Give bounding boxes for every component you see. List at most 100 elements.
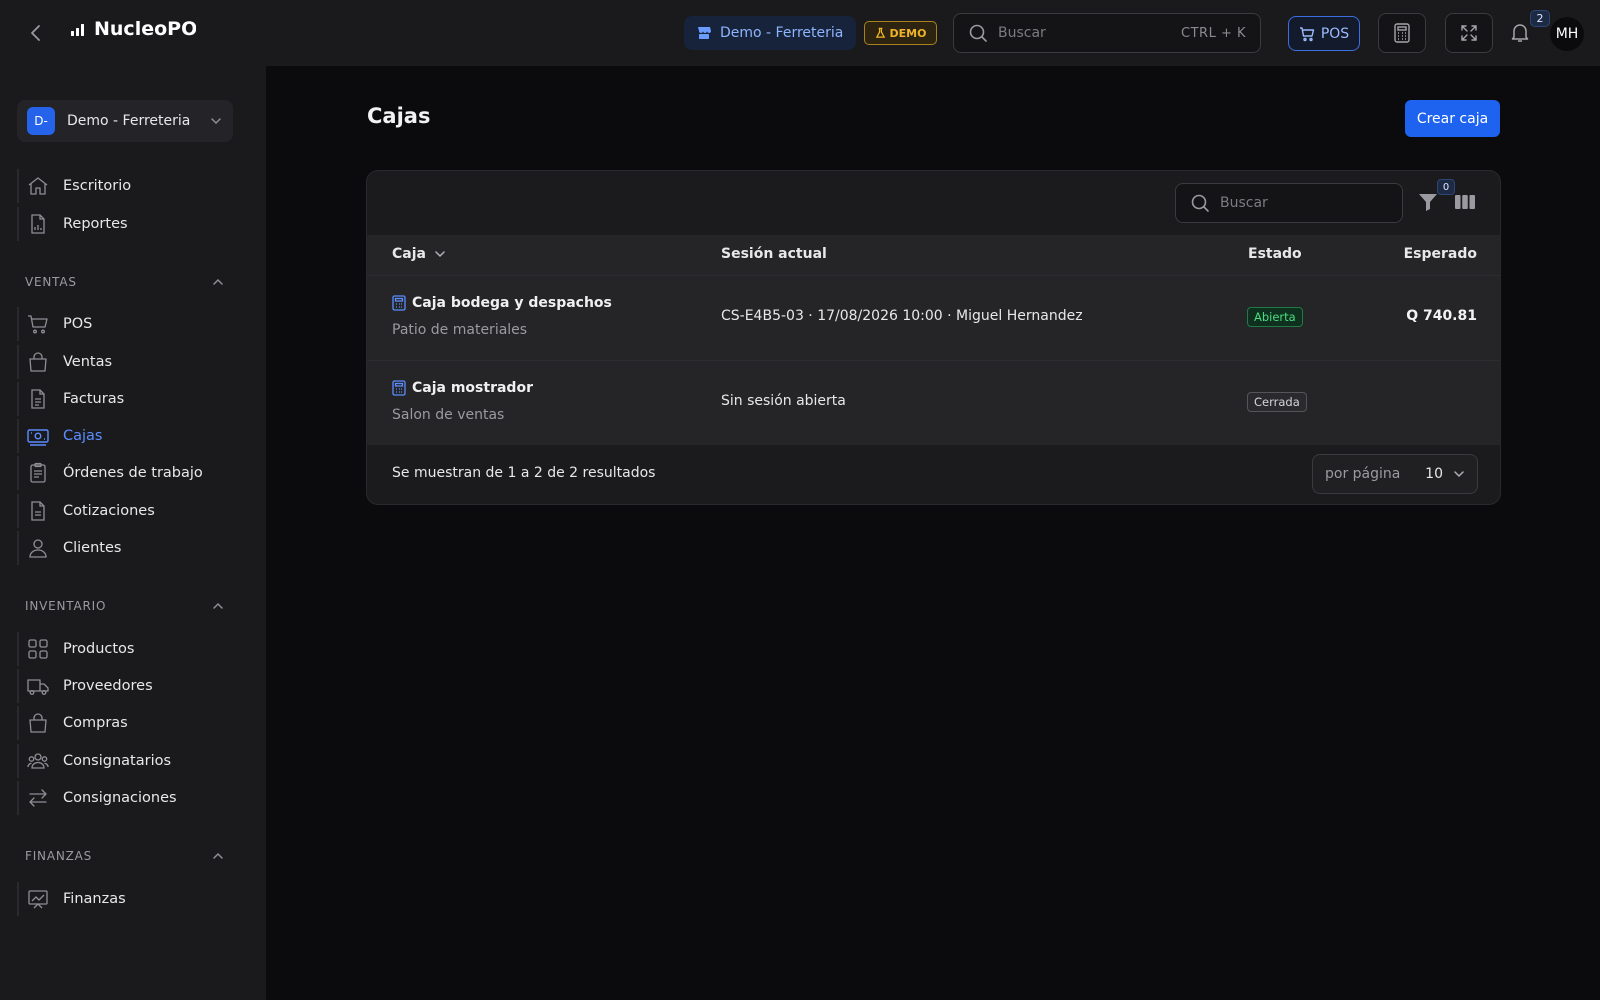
bag-icon (27, 351, 49, 373)
section-title: FINANZAS (25, 849, 93, 863)
per-page-label: por página (1325, 466, 1401, 482)
section-finanzas[interactable]: FINANZAS (25, 846, 225, 866)
app-name: NucleoPOS (94, 18, 196, 40)
filter-icon[interactable] (1417, 191, 1439, 213)
expand-icon (1460, 24, 1478, 42)
column-header-expected: Esperado (1403, 246, 1477, 262)
chevron-down-icon (209, 114, 223, 128)
cash-register-location: Salon de ventas (392, 407, 505, 423)
chevron-up-icon (211, 275, 225, 289)
arrows-icon (27, 787, 49, 809)
pos-button[interactable]: POS (1288, 16, 1360, 51)
demo-badge-label: DEMO (889, 26, 927, 40)
notifications-count: 2 (1530, 10, 1550, 27)
sidebar-item-label: Escritorio (63, 178, 132, 194)
sidebar-item-cajas[interactable]: Cajas (17, 419, 249, 453)
search-shortcut: CTRL + K (1181, 25, 1246, 41)
store-chip[interactable]: Demo - Ferreteria (684, 16, 856, 50)
sidebar-item-label: Ventas (63, 354, 113, 370)
cash-register-name[interactable]: Caja mostrador (392, 380, 533, 396)
sidebar-item-label: Compras (63, 715, 128, 731)
sidebar-item-clientes[interactable]: Clientes (17, 531, 249, 565)
cash-registers-table-card: 0 Caja Sesión actual Estado Esperado Caj… (366, 170, 1501, 505)
app-logo[interactable]: NucleoPOS (70, 18, 196, 40)
truck-icon (27, 675, 49, 697)
fullscreen-button[interactable] (1445, 13, 1493, 53)
sidebar-item-ordenes-de-trabajo[interactable]: Órdenes de trabajo (17, 456, 249, 490)
sidebar-item-productos[interactable]: Productos (17, 632, 249, 666)
bag-icon (27, 712, 49, 734)
quote-icon (27, 500, 49, 522)
table-search-input[interactable] (1220, 195, 1388, 211)
sidebar-item-proveedores[interactable]: Proveedores (17, 669, 249, 703)
sidebar-item-escritorio[interactable]: Escritorio (17, 169, 249, 203)
table-row[interactable]: Caja mostrador Salon de ventas Sin sesió… (367, 360, 1500, 445)
sidebar-item-facturas[interactable]: Facturas (17, 382, 249, 416)
sidebar: D- Demo - Ferreteria Escritorio Reportes… (0, 66, 266, 1000)
per-page-value: 10 (1425, 466, 1443, 482)
table-footer: Se muestran de 1 a 2 de 2 resultados por… (367, 443, 1500, 504)
chevron-up-icon (211, 849, 225, 863)
sidebar-item-consignaciones[interactable]: Consignaciones (17, 781, 249, 815)
columns-icon[interactable] (1454, 191, 1476, 213)
section-title: INVENTARIO (25, 599, 107, 613)
section-inventario[interactable]: INVENTARIO (25, 596, 225, 616)
chevron-up-icon (211, 599, 225, 613)
expected-amount: Q 740.81 (1406, 308, 1477, 324)
back-arrow-icon[interactable] (24, 21, 48, 45)
chart-icon (27, 888, 49, 910)
chevron-down-icon (434, 248, 446, 260)
global-search-input[interactable] (998, 25, 1172, 41)
search-icon (1190, 193, 1210, 213)
user-icon (27, 537, 49, 559)
store-chip-label: Demo - Ferreteria (720, 25, 844, 41)
column-header-session: Sesión actual (721, 246, 827, 262)
sidebar-item-label: Consignatarios (63, 753, 172, 769)
cart-icon (27, 313, 49, 335)
table-search[interactable] (1175, 183, 1403, 223)
sidebar-item-label: Finanzas (63, 891, 126, 907)
cart-icon (1299, 26, 1315, 42)
sidebar-item-finanzas[interactable]: Finanzas (17, 882, 249, 916)
sidebar-item-label: POS (63, 316, 93, 332)
page-title: Cajas (367, 104, 431, 128)
user-avatar[interactable]: MH (1550, 17, 1584, 51)
sidebar-item-pos[interactable]: POS (17, 307, 249, 341)
demo-badge: DEMO (864, 21, 937, 45)
sidebar-item-label: Consignaciones (63, 790, 177, 806)
flask-icon (875, 27, 886, 39)
sidebar-item-ventas[interactable]: Ventas (17, 345, 249, 379)
column-header-status: Estado (1248, 246, 1302, 262)
column-header-caja[interactable]: Caja (392, 246, 446, 262)
filter-count-badge: 0 (1437, 179, 1455, 195)
sidebar-item-cotizaciones[interactable]: Cotizaciones (17, 494, 249, 528)
sidebar-item-reportes[interactable]: Reportes (17, 207, 249, 241)
global-search[interactable]: CTRL + K (953, 13, 1261, 53)
chevron-down-icon (1453, 468, 1465, 480)
table-row[interactable]: Caja bodega y despachos Patio de materia… (367, 275, 1500, 360)
status-badge: Abierta (1247, 307, 1303, 327)
store-icon (696, 25, 712, 41)
calculator-button[interactable] (1378, 13, 1426, 53)
report-icon (27, 213, 49, 235)
create-cash-register-button[interactable]: Crear caja (1405, 100, 1500, 137)
cash-register-name[interactable]: Caja bodega y despachos (392, 295, 612, 311)
section-ventas[interactable]: VENTAS (25, 272, 225, 292)
sidebar-item-label: Reportes (63, 216, 128, 232)
per-page-select[interactable]: por página 10 (1312, 454, 1478, 494)
users-icon (27, 750, 49, 772)
table-header: Caja Sesión actual Estado Esperado (367, 235, 1500, 275)
store-selector[interactable]: D- Demo - Ferreteria (17, 100, 233, 142)
sidebar-item-label: Facturas (63, 391, 125, 407)
top-bar: NucleoPOS Demo - Ferreteria DEMO CTRL + … (0, 0, 1600, 66)
cash-register-icon (392, 380, 406, 396)
status-badge: Cerrada (1247, 392, 1307, 412)
sidebar-item-label: Productos (63, 641, 135, 657)
pos-button-label: POS (1320, 25, 1350, 42)
sidebar-item-label: Clientes (63, 540, 122, 556)
search-icon (968, 23, 988, 43)
sidebar-item-consignatarios[interactable]: Consignatarios (17, 744, 249, 778)
sidebar-item-label: Proveedores (63, 678, 153, 694)
sidebar-item-compras[interactable]: Compras (17, 706, 249, 740)
current-session: Sin sesión abierta (721, 393, 846, 409)
